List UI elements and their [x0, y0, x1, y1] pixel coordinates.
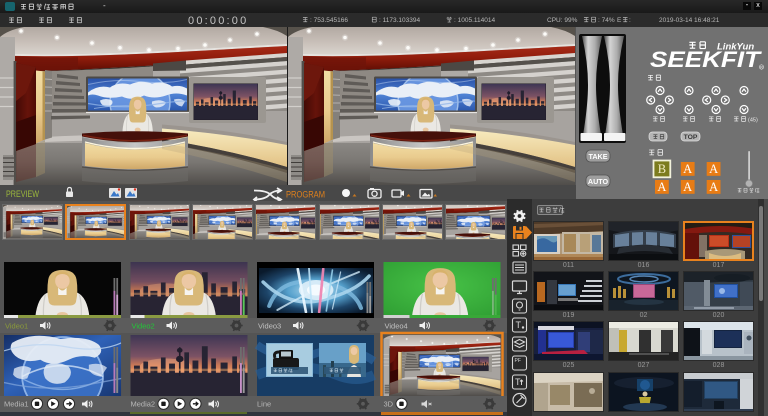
svg-text:T: T [516, 320, 522, 330]
svg-text:PF: PF [515, 358, 521, 364]
svg-text:Video1: Video1 [5, 322, 28, 331]
svg-text:T: T [515, 377, 521, 387]
svg-text:Video3: Video3 [258, 322, 281, 331]
svg-text:A: A [683, 162, 692, 176]
svg-text:Media1: Media1 [4, 400, 29, 409]
svg-text:TAKE: TAKE [588, 152, 607, 161]
svg-text:3D: 3D [384, 400, 394, 409]
svg-text:PROGRAM: PROGRAM [286, 190, 325, 201]
svg-text:Video2: Video2 [132, 322, 155, 331]
svg-text:A: A [709, 162, 718, 176]
svg-text:A: A [709, 180, 718, 194]
svg-text:PREVIEW: PREVIEW [6, 189, 39, 200]
svg-text:B: B [658, 162, 666, 176]
svg-text:R: R [760, 66, 763, 70]
svg-text:TOP: TOP [684, 134, 698, 141]
svg-text:A: A [657, 180, 666, 194]
svg-text:Video4: Video4 [385, 322, 408, 331]
svg-text:AUTO: AUTO [588, 177, 609, 186]
svg-text:Line: Line [257, 400, 271, 409]
svg-text:A: A [683, 180, 692, 194]
svg-text:SEEKFIT: SEEKFIT [650, 47, 762, 72]
svg-text:(45): (45) [748, 118, 758, 124]
svg-text:Media2: Media2 [131, 400, 156, 409]
